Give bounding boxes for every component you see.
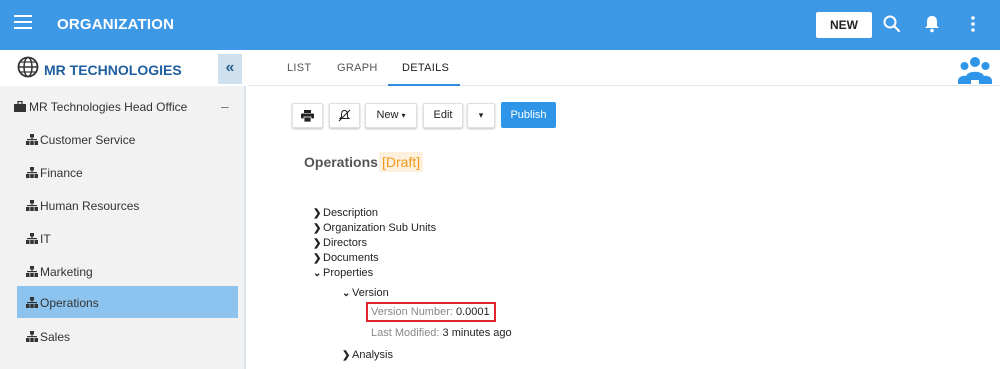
org-unit-icon — [26, 200, 38, 211]
view-tabs: LIST GRAPH DETAILS — [248, 50, 1000, 86]
chevron-right-icon: ❯ — [313, 208, 322, 219]
tree-item-human-resources[interactable]: Human Resources — [0, 189, 244, 221]
tree-item-label: Marketing — [40, 265, 93, 279]
caret-down-icon: ▾ — [401, 111, 406, 120]
section-label: Directors — [323, 237, 368, 249]
menu-icon[interactable] — [14, 15, 32, 29]
last-modified-value: 3 minutes ago — [442, 327, 512, 339]
status-badge: [Draft] — [379, 152, 424, 172]
chevron-down-icon: ⌄ — [342, 288, 351, 299]
company-header: MR TECHNOLOGIES « — [0, 50, 246, 86]
page-title: Operations — [304, 154, 378, 170]
section-properties[interactable]: ⌄ Properties — [313, 267, 373, 279]
section-description[interactable]: ❯ Description — [313, 207, 378, 219]
org-unit-icon — [26, 167, 38, 178]
edit-button[interactable]: Edit — [423, 103, 463, 128]
unfollow-button[interactable] — [329, 103, 360, 128]
tree-item-label: Operations — [40, 296, 99, 310]
briefcase-icon — [14, 101, 26, 112]
org-unit-icon — [26, 134, 38, 145]
org-sidebar: MR TECHNOLOGIES « MR Technologies Head O… — [0, 50, 246, 369]
edit-label: Edit — [433, 109, 453, 121]
tree-item-operations[interactable]: Operations — [17, 286, 238, 318]
section-documents[interactable]: ❯ Documents — [313, 252, 379, 264]
section-sub-units[interactable]: ❯ Organization Sub Units — [313, 222, 436, 234]
chevron-down-icon: ⌄ — [313, 268, 322, 279]
section-analysis[interactable]: ❯ Analysis — [342, 349, 393, 361]
section-label: Version — [352, 287, 389, 299]
tab-list[interactable]: LIST — [287, 62, 311, 74]
collapse-sidebar-button[interactable]: « — [218, 54, 242, 84]
globe-icon — [17, 56, 39, 78]
tree-item-finance[interactable]: Finance — [0, 156, 244, 188]
highlight-box — [366, 302, 496, 322]
search-icon[interactable] — [882, 14, 902, 34]
section-label: Analysis — [352, 349, 393, 361]
caret-down-icon: ▾ — [478, 110, 484, 120]
section-label: Organization Sub Units — [323, 222, 437, 234]
tree-item-label: Customer Service — [40, 133, 136, 147]
bell-icon[interactable] — [922, 14, 942, 34]
tree-item-label: Sales — [40, 330, 71, 344]
section-label: Documents — [323, 252, 379, 264]
tab-details[interactable]: DETAILS — [402, 62, 449, 74]
new-dropdown-label: New — [376, 109, 399, 121]
chevron-right-icon: ❯ — [342, 350, 351, 361]
more-vertical-icon[interactable] — [963, 14, 983, 34]
tree-item-head-office[interactable]: MR Technologies Head Office – — [0, 90, 244, 122]
tree-item-it[interactable]: IT — [0, 222, 244, 254]
tree-item-sales[interactable]: Sales — [0, 320, 244, 352]
new-button[interactable]: NEW — [816, 12, 872, 38]
new-dropdown-button[interactable]: New ▾ — [365, 103, 417, 128]
bell-off-icon — [338, 109, 351, 122]
org-unit-icon — [26, 331, 38, 342]
print-icon — [301, 110, 314, 123]
org-unit-icon — [26, 266, 38, 277]
section-label: Properties — [323, 267, 374, 279]
active-tab-indicator — [388, 84, 460, 86]
section-directors[interactable]: ❯ Directors — [313, 237, 367, 249]
tree-item-label: MR Technologies Head Office — [29, 100, 188, 114]
tree-item-label: Human Resources — [40, 199, 140, 213]
company-name: MR TECHNOLOGIES — [44, 62, 182, 78]
tree-item-label: Finance — [40, 166, 83, 180]
tree-item-customer-service[interactable]: Customer Service — [0, 123, 244, 155]
edit-options-button[interactable]: ▾ — [467, 103, 495, 128]
last-modified-row: Last Modified: 3 minutes ago — [371, 327, 512, 339]
tree-item-label: IT — [40, 232, 51, 246]
tab-graph[interactable]: GRAPH — [337, 62, 378, 74]
users-icon[interactable] — [958, 55, 992, 85]
top-app-bar: ORGANIZATION NEW — [0, 0, 1000, 50]
org-unit-icon — [26, 233, 38, 244]
collapse-node-icon[interactable]: – — [221, 98, 229, 114]
print-button[interactable] — [292, 103, 323, 128]
section-version[interactable]: ⌄ Version — [342, 287, 389, 299]
chevron-right-icon: ❯ — [313, 253, 322, 264]
app-title: ORGANIZATION — [57, 16, 175, 33]
tree-item-marketing[interactable]: Marketing — [0, 255, 244, 287]
org-unit-icon — [26, 297, 38, 308]
section-label: Description — [323, 207, 379, 219]
publish-button[interactable]: Publish — [501, 102, 556, 128]
last-modified-label: Last Modified: — [371, 327, 440, 339]
chevron-right-icon: ❯ — [313, 223, 322, 234]
chevron-right-icon: ❯ — [313, 238, 322, 249]
